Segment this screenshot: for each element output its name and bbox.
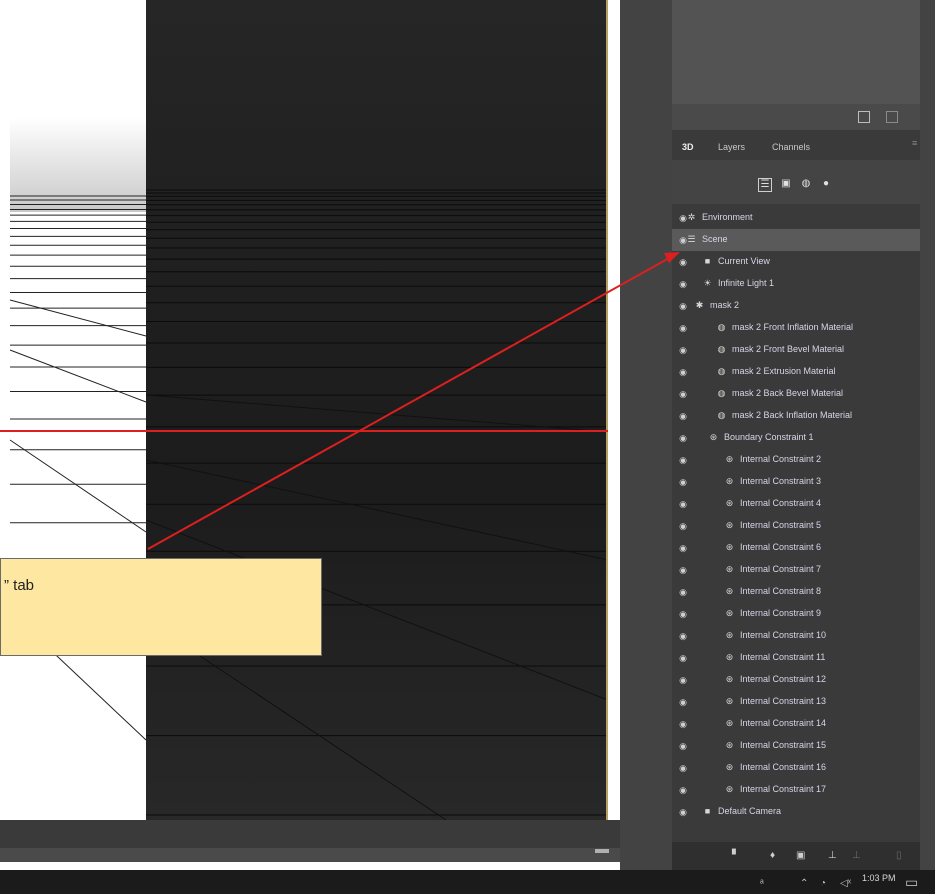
- annotation-arrowhead: [664, 252, 680, 263]
- annotation-arrow-line: [147, 256, 672, 550]
- annotation-overlay: [0, 252, 680, 550]
